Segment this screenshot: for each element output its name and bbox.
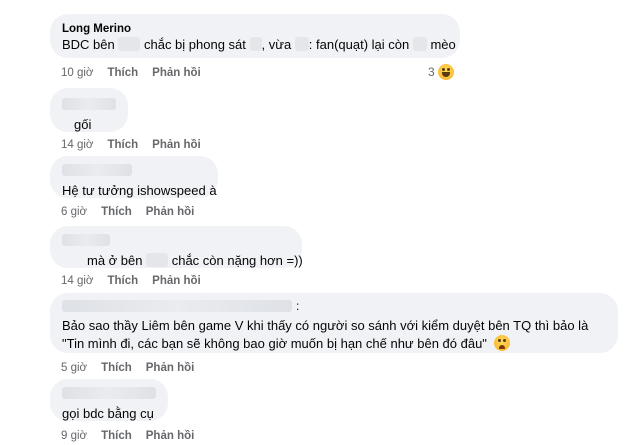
reply-button[interactable]: Phản hồi xyxy=(152,66,201,80)
like-button[interactable]: Thích xyxy=(107,66,138,80)
reply-button[interactable]: Phản hồi xyxy=(152,274,201,288)
comment-actions: 6 giờ Thích Phản hồi xyxy=(61,205,208,219)
comment-bubble: gọi bdc bằng cụ xyxy=(50,379,168,421)
comment-bubble: gối xyxy=(50,88,128,132)
redacted-word xyxy=(249,37,262,51)
reaction-summary[interactable]: 3 xyxy=(428,64,454,80)
laughing-emoji-icon xyxy=(437,64,454,80)
reply-button[interactable]: Phản hồi xyxy=(152,138,201,152)
comment-text: mà ở bên chắc còn nặng hơn =)) xyxy=(62,252,303,270)
comment-text: gọi bdc bằng cụ xyxy=(62,406,154,421)
author-suffix: : xyxy=(296,299,300,313)
comment-text: Hệ tư tưởng ishowspeed à xyxy=(62,183,217,198)
redacted-word xyxy=(294,37,309,51)
comment-bubble: : Bảo sao thầy Liêm bên game V khi thấy … xyxy=(50,293,618,353)
comment-time[interactable]: 9 giờ xyxy=(61,429,87,443)
redacted-word xyxy=(412,37,427,51)
blurred-author-name[interactable] xyxy=(62,234,110,246)
blurred-author-name[interactable] xyxy=(62,164,132,176)
blurred-author-name[interactable] xyxy=(62,387,156,399)
reaction-count: 3 xyxy=(428,65,435,79)
comment-text: BDC bên chắc bị phong sát , vừa : fan(qu… xyxy=(62,36,456,54)
comment-text-part: mà ở bên xyxy=(87,253,147,268)
comment-time[interactable]: 14 giờ xyxy=(61,274,93,288)
comment-text: Bảo sao thầy Liêm bên game V khi thấy có… xyxy=(62,317,610,353)
like-button[interactable]: Thích xyxy=(101,361,132,375)
reply-button[interactable]: Phản hồi xyxy=(146,361,195,375)
comment-text-part: , vừa xyxy=(261,37,295,52)
comment-bubble: Long Merino BDC bên chắc bị phong sát , … xyxy=(50,14,460,58)
redacted-word xyxy=(118,37,141,51)
comment-time[interactable]: 6 giờ xyxy=(61,205,87,219)
comment-text-part: BDC bên xyxy=(62,37,119,52)
comment-actions: 10 giờ Thích Phản hồi xyxy=(61,66,215,80)
comment-time[interactable]: 10 giờ xyxy=(61,66,93,80)
comment-text-part: : fan(quạt) lại còn xyxy=(308,37,413,52)
comment-bubble: Hệ tư tưởng ishowspeed à xyxy=(50,156,218,198)
comment-bubble: mà ở bên chắc còn nặng hơn =)) xyxy=(50,226,303,270)
author-row: : xyxy=(62,299,606,313)
comment-author[interactable]: Long Merino xyxy=(62,22,448,36)
comment-text-part: chắc còn nặng hơn =)) xyxy=(168,253,303,268)
comment-text-part: chắc bị phong sát xyxy=(140,37,250,52)
reply-button[interactable]: Phản hồi xyxy=(146,205,195,219)
comment-actions: 14 giờ Thích Phản hồi xyxy=(61,138,215,152)
comment-time[interactable]: 5 giờ xyxy=(61,361,87,375)
like-button[interactable]: Thích xyxy=(101,429,132,443)
redacted-word xyxy=(146,253,169,267)
like-button[interactable]: Thích xyxy=(107,138,138,152)
comment-actions: 14 giờ Thích Phản hồi xyxy=(61,274,215,288)
blurred-author-name[interactable] xyxy=(62,98,116,110)
like-button[interactable]: Thích xyxy=(107,274,138,288)
comment-text-part: mèo xyxy=(426,37,456,52)
comment-actions: 5 giờ Thích Phản hồi xyxy=(61,361,208,375)
sad-emoji-icon xyxy=(493,335,510,351)
comment-time[interactable]: 14 giờ xyxy=(61,138,93,152)
top-edge xyxy=(0,0,640,6)
like-button[interactable]: Thích xyxy=(101,205,132,219)
reply-button[interactable]: Phản hồi xyxy=(146,429,195,443)
comment-actions: 9 giờ Thích Phản hồi xyxy=(61,429,208,443)
blurred-author-name[interactable] xyxy=(62,300,292,312)
comment-text: gối xyxy=(74,117,92,132)
